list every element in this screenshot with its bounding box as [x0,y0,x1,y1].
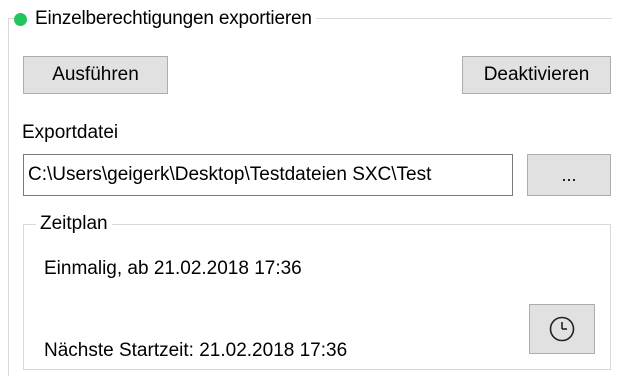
schedule-recurrence: Einmalig, ab 21.02.2018 17:36 [44,258,302,279]
export-file-input[interactable]: C:\Users\geigerk\Desktop\Testdateien SXC… [23,154,513,196]
export-file-path: C:\Users\geigerk\Desktop\Testdateien SXC… [28,164,432,185]
status-dot-icon [14,12,27,26]
schedule-next-start: Nächste Startzeit: 21.02.2018 17:36 [44,340,348,361]
schedule-button[interactable] [529,304,595,354]
export-file-label: Exportdatei [22,122,119,143]
run-button[interactable]: Ausführen [23,56,168,94]
schedule-title: Zeitplan [36,213,112,235]
group-header: Einzelberechtigungen exportieren [14,6,316,32]
group-title: Einzelberechtigungen exportieren [35,8,312,29]
browse-button[interactable]: ... [527,154,611,196]
deactivate-button[interactable]: Deaktivieren [462,56,611,94]
clock-icon [549,316,575,342]
